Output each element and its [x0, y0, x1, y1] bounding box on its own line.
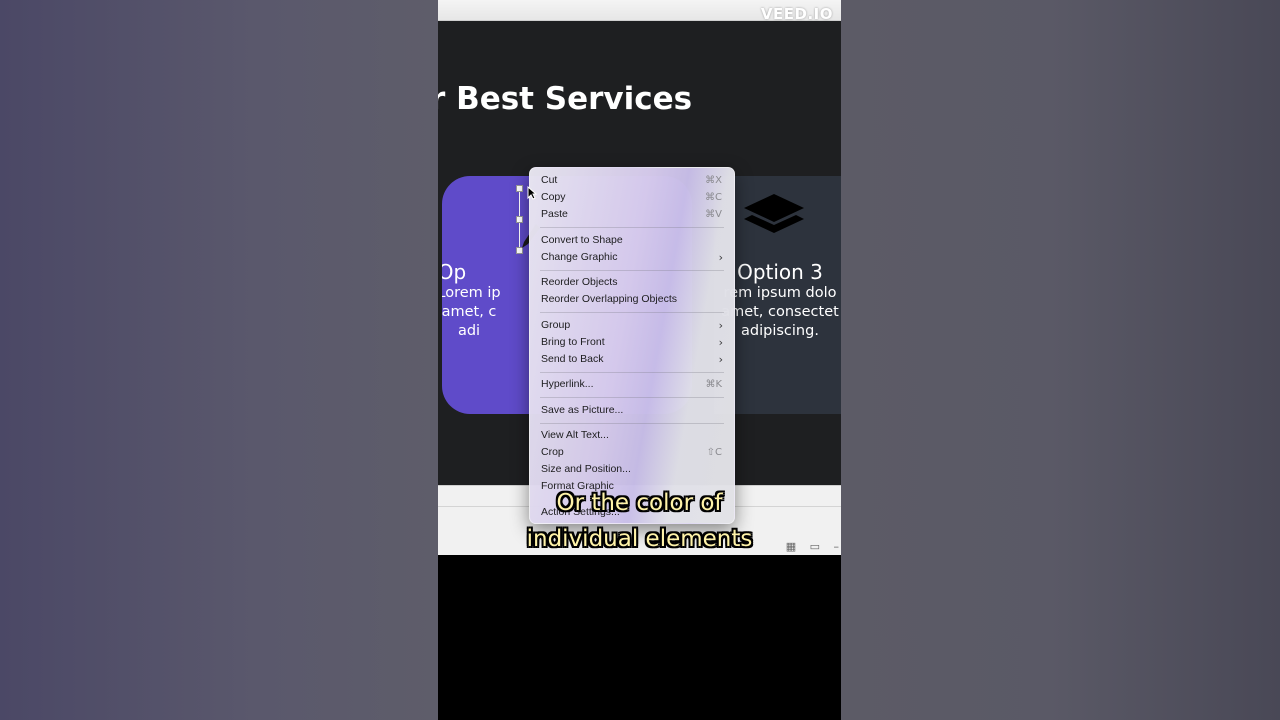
menu-item-label: Paste	[541, 208, 568, 220]
caption-line-2: individual elements	[526, 526, 753, 552]
menu-item-label: Reorder Objects	[541, 276, 618, 288]
menu-item-send-to-back[interactable]: Send to Back ›	[530, 351, 734, 368]
video-frame: VEED.IO r Best Services Op Lorem ip amet…	[438, 0, 841, 720]
menu-item-save-as-picture[interactable]: Save as Picture...	[530, 402, 734, 419]
menu-item-label: Size and Position...	[541, 463, 631, 475]
menu-separator	[540, 397, 724, 398]
menu-separator	[540, 372, 724, 373]
menu-item-reorder-overlapping[interactable]: Reorder Overlapping Objects	[530, 291, 734, 308]
menu-item-group[interactable]: Group ›	[530, 317, 734, 334]
menu-item-label: Crop	[541, 446, 564, 458]
context-menu: Cut ⌘X Copy ⌘C Paste ⌘V Convert to Shape Ch…	[529, 167, 735, 524]
chevron-right-icon: ›	[718, 353, 723, 366]
menu-item-label: Send to Back	[541, 353, 604, 365]
mouse-cursor-icon	[527, 186, 537, 200]
menu-item-convert-to-shape[interactable]: Convert to Shape	[530, 232, 734, 249]
resize-handle[interactable]	[516, 247, 523, 254]
shortcut-text: ⌘X	[705, 175, 722, 186]
slide-title[interactable]: r Best Services	[438, 81, 841, 117]
menu-item-label: Hyperlink...	[541, 378, 594, 390]
menu-item-hyperlink[interactable]: Hyperlink... ⌘K	[530, 376, 734, 393]
shortcut-text: ⌘V	[705, 209, 722, 220]
caption-line-1: Or the color of	[556, 490, 723, 516]
menu-item-label: Copy	[541, 191, 566, 203]
menu-item-label: Convert to Shape	[541, 234, 623, 246]
menu-item-label: Group	[541, 319, 571, 331]
menu-item-label: Reorder Overlapping Objects	[541, 293, 677, 305]
window-title-bar: VEED.IO	[438, 0, 841, 23]
menu-item-label: View Alt Text...	[541, 429, 609, 441]
chevron-right-icon: ›	[718, 251, 723, 264]
shortcut-text: ⌘K	[705, 379, 722, 390]
menu-separator	[540, 227, 724, 228]
menu-item-change-graphic[interactable]: Change Graphic ›	[530, 249, 734, 266]
menu-item-bring-to-front[interactable]: Bring to Front ›	[530, 334, 734, 351]
menu-item-label: Save as Picture...	[541, 404, 624, 416]
menu-item-paste[interactable]: Paste ⌘V	[530, 206, 734, 223]
menu-item-crop[interactable]: Crop ⇧C	[530, 444, 734, 461]
chevron-right-icon: ›	[718, 336, 723, 349]
menu-item-reorder-objects[interactable]: Reorder Objects	[530, 274, 734, 291]
menu-separator	[540, 270, 724, 271]
menu-separator	[540, 423, 724, 424]
shortcut-text: ⇧C	[706, 447, 722, 458]
menu-item-label: Change Graphic	[541, 251, 618, 263]
menu-item-cut[interactable]: Cut ⌘X	[530, 172, 734, 189]
menu-item-size-and-position[interactable]: Size and Position...	[530, 461, 734, 478]
resize-handle[interactable]	[516, 185, 523, 192]
menu-item-view-alt-text[interactable]: View Alt Text...	[530, 427, 734, 444]
chevron-right-icon: ›	[718, 319, 723, 332]
menu-item-label: Bring to Front	[541, 336, 605, 348]
layers-icon[interactable]	[744, 194, 804, 236]
menu-item-label: Cut	[541, 174, 558, 186]
shortcut-text: ⌘C	[705, 192, 722, 203]
menu-separator	[540, 312, 724, 313]
menu-item-copy[interactable]: Copy ⌘C	[530, 189, 734, 206]
